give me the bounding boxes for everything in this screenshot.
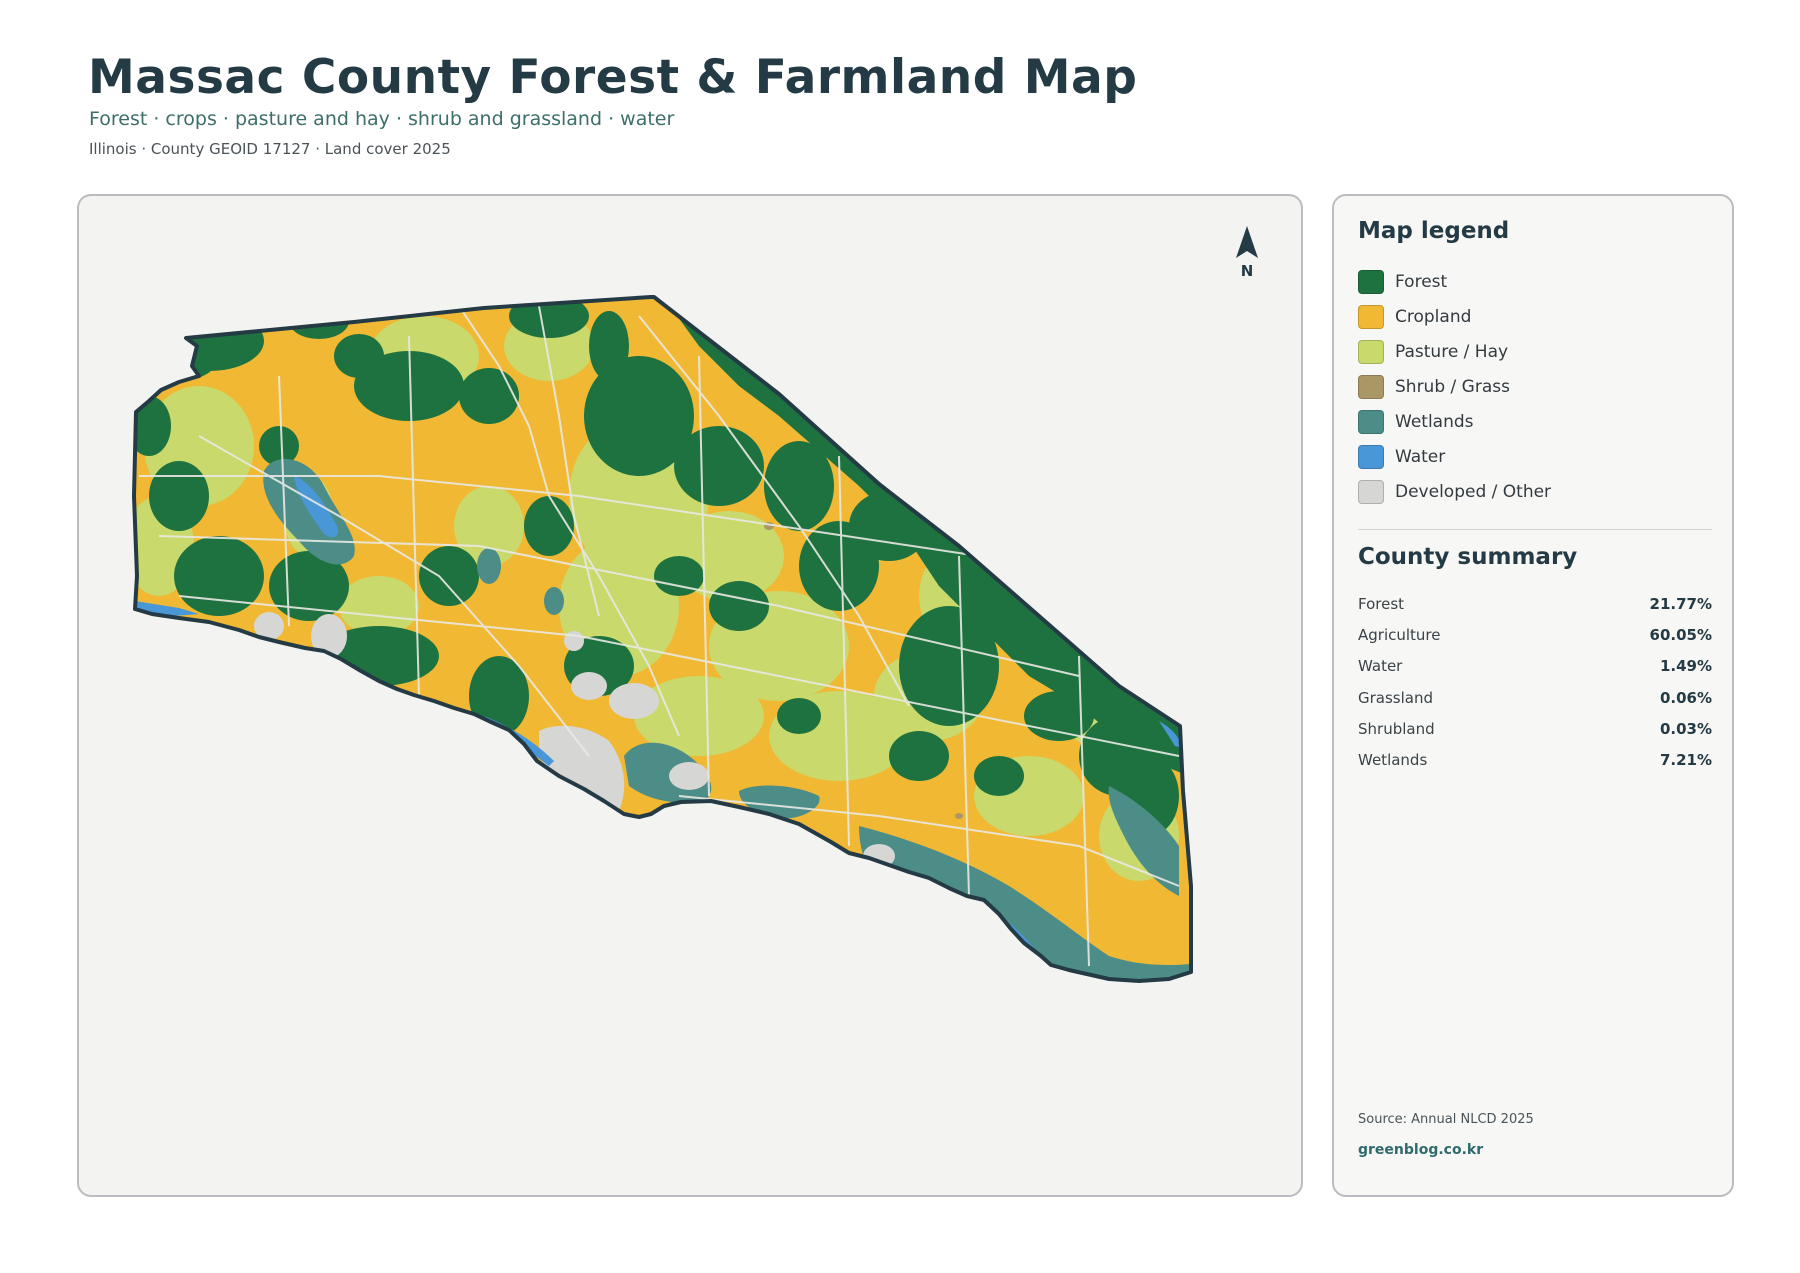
- map-title: Massac County Forest & Farmland Map: [88, 50, 1138, 105]
- legend-label: Shrub / Grass: [1395, 376, 1510, 397]
- summary-name: Wetlands: [1358, 751, 1428, 770]
- legend-item-forest: Forest: [1358, 264, 1551, 299]
- wetlands-swatch-icon: [1358, 409, 1384, 434]
- legend-label: Developed / Other: [1395, 481, 1552, 502]
- summary-value: 7.21%: [1659, 751, 1712, 770]
- map-meta: Illinois · County GEOID 17127 · Land cov…: [89, 140, 451, 158]
- source-note: Source: Annual NLCD 2025: [1358, 1112, 1534, 1127]
- summary-row: Water 1.49%: [1358, 651, 1712, 682]
- legend-label: Water: [1395, 446, 1446, 467]
- county-map[interactable]: N: [79, 196, 1303, 1197]
- summary-name: Water: [1358, 657, 1403, 676]
- divider: [1358, 529, 1712, 530]
- legend-title: Map legend: [1358, 218, 1510, 244]
- map-subtitle: Forest · crops · pasture and hay · shrub…: [89, 108, 675, 130]
- cropland-swatch-icon: [1358, 304, 1384, 329]
- north-label: N: [1241, 262, 1254, 280]
- legend-item-pasture-hay: Pasture / Hay: [1358, 334, 1551, 369]
- summary-name: Grassland: [1358, 688, 1433, 707]
- summary-row: Wetlands 7.21%: [1358, 744, 1712, 775]
- legend-item-wetlands: Wetlands: [1358, 404, 1551, 439]
- north-arrow-icon: N: [1236, 226, 1258, 280]
- legend-item-developed: Developed / Other: [1358, 474, 1551, 509]
- summary-row: Forest 21.77%: [1358, 588, 1712, 619]
- water-swatch-icon: [1358, 444, 1384, 469]
- credit-link[interactable]: greenblog.co.kr: [1358, 1142, 1483, 1158]
- legend-label: Cropland: [1395, 306, 1472, 327]
- summary-value: 1.49%: [1659, 657, 1712, 676]
- legend-item-shrub-grass: Shrub / Grass: [1358, 369, 1551, 404]
- shrub-swatch-icon: [1358, 374, 1384, 399]
- summary-row: Shrubland 0.03%: [1358, 713, 1712, 744]
- legend-item-cropland: Cropland: [1358, 299, 1551, 334]
- forest-swatch-icon: [1358, 269, 1384, 294]
- land-cover-layer: [134, 297, 1191, 981]
- legend-label: Wetlands: [1395, 411, 1474, 432]
- developed-swatch-icon: [1358, 479, 1384, 504]
- legend-label: Pasture / Hay: [1395, 341, 1509, 362]
- summary-row: Agriculture 60.05%: [1358, 619, 1712, 650]
- summary-name: Agriculture: [1358, 625, 1441, 644]
- pasture-swatch-icon: [1358, 339, 1384, 364]
- summary-title: County summary: [1358, 544, 1578, 570]
- summary-value: 21.77%: [1649, 594, 1712, 613]
- legend-label: Forest: [1395, 271, 1448, 292]
- summary-table: Forest 21.77% Agriculture 60.05% Water 1…: [1358, 588, 1712, 776]
- side-panel: Map legend Forest Cropland Pasture / Hay…: [1332, 194, 1734, 1197]
- legend-item-water: Water: [1358, 439, 1551, 474]
- summary-name: Shrubland: [1358, 719, 1435, 738]
- summary-value: 60.05%: [1649, 625, 1712, 644]
- summary-value: 0.03%: [1659, 719, 1712, 738]
- map-panel[interactable]: N: [77, 194, 1303, 1197]
- summary-row: Grassland 0.06%: [1358, 682, 1712, 713]
- summary-value: 0.06%: [1659, 688, 1712, 707]
- summary-name: Forest: [1358, 594, 1405, 613]
- legend-list: Forest Cropland Pasture / Hay Shrub / Gr…: [1358, 264, 1551, 509]
